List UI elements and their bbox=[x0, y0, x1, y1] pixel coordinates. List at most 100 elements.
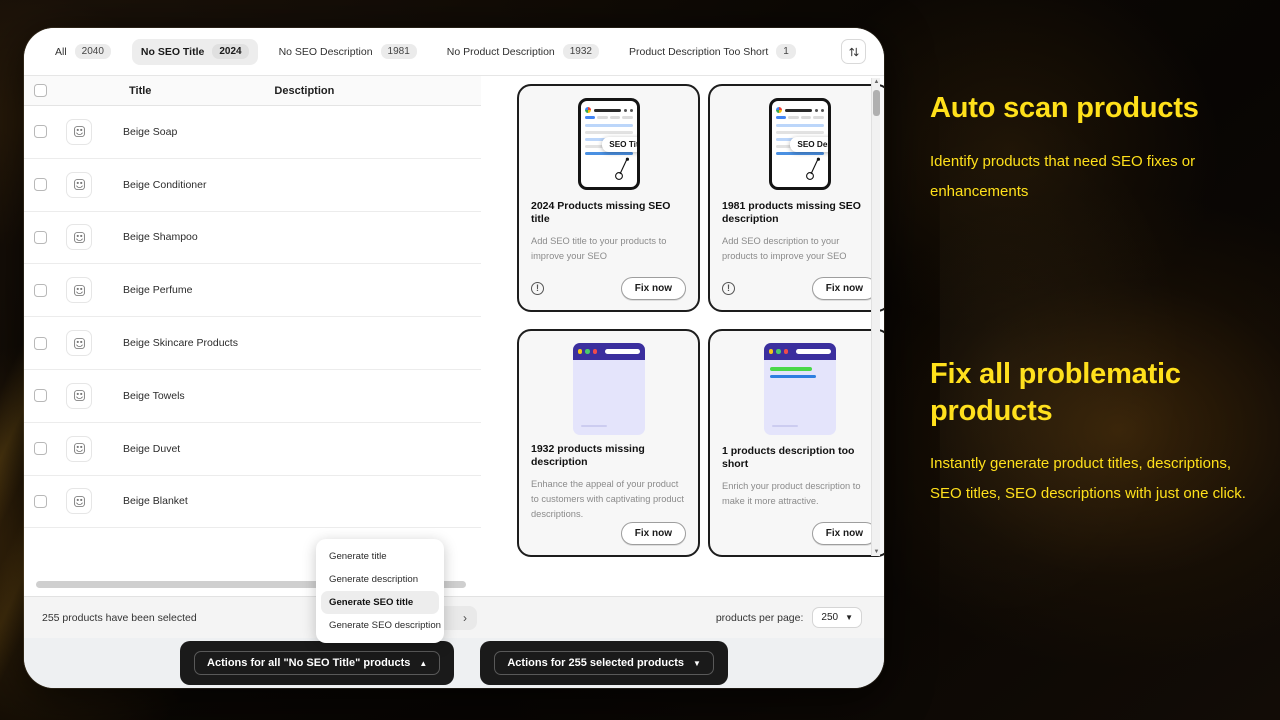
tab-all[interactable]: All 2040 bbox=[46, 39, 120, 65]
fix-now-button[interactable]: Fix now bbox=[620, 522, 686, 545]
menu-item-generate-seo-title[interactable]: Generate SEO title bbox=[321, 591, 439, 614]
product-title: Beige Perfume bbox=[123, 284, 193, 297]
product-title: Beige Soap bbox=[123, 125, 178, 138]
tab-label: Product Description Too Short bbox=[629, 45, 769, 58]
promo-body: Identify products that need SEO fixes or… bbox=[930, 152, 1196, 200]
card-heading: 1932 products missing description bbox=[531, 442, 645, 468]
chevron-down-icon: ▼ bbox=[845, 613, 853, 622]
seo-title-badge: SEO Title bbox=[602, 137, 637, 152]
product-title: Beige Blanket bbox=[123, 495, 188, 508]
promo-heading: Fix all problematic products bbox=[930, 358, 1181, 427]
google-logo-icon bbox=[584, 107, 591, 113]
google-logo-icon bbox=[775, 107, 782, 113]
bulk-action-bar: Actions for all "No SEO Title" products … bbox=[24, 638, 884, 688]
fix-now-button[interactable]: Fix now bbox=[811, 277, 877, 300]
row-checkbox[interactable] bbox=[34, 230, 47, 244]
row-checkbox[interactable] bbox=[34, 283, 47, 297]
browser-plain-illustration bbox=[531, 343, 686, 439]
card-body: Enrich your product description to make … bbox=[722, 481, 861, 507]
product-table: Title Desctiption Beige Soap Beige Condi… bbox=[24, 76, 481, 596]
product-title: Beige Shampoo bbox=[123, 231, 198, 244]
per-page-select[interactable]: 250 ▼ bbox=[812, 607, 862, 628]
tab-product-description-too-short[interactable]: Product Description Too Short 1 bbox=[620, 39, 805, 65]
tab-no-seo-title[interactable]: No SEO Title 2024 bbox=[131, 38, 258, 65]
issue-card-seo-title: SEO Title 2024 Products missing SEO titl… bbox=[517, 84, 700, 312]
table-row[interactable]: Beige Skincare Products bbox=[24, 317, 481, 370]
column-header-title: Title bbox=[129, 84, 152, 97]
tab-label: No Product Description bbox=[446, 45, 555, 58]
product-image-placeholder-icon bbox=[66, 277, 92, 304]
info-icon[interactable]: ! bbox=[722, 282, 735, 295]
row-checkbox[interactable] bbox=[34, 494, 47, 508]
scrollbar-thumb[interactable] bbox=[873, 90, 880, 116]
promo-body: Instantly generate product titles, descr… bbox=[930, 455, 1246, 503]
tab-label: No SEO Description bbox=[278, 45, 373, 58]
actions-for-all-button[interactable]: Actions for all "No SEO Title" products … bbox=[180, 641, 455, 685]
phone-seo-title-illustration: SEO Title bbox=[531, 98, 686, 196]
phone-seo-desc-illustration: SEO Desc bbox=[722, 98, 877, 196]
table-row[interactable]: Beige Shampoo bbox=[24, 212, 481, 265]
sort-arrows-icon[interactable] bbox=[841, 39, 866, 64]
tab-no-product-description[interactable]: No Product Description 1932 bbox=[438, 39, 608, 65]
scroll-up-arrow-icon[interactable]: ▲ bbox=[874, 79, 880, 85]
chevron-down-icon: ▼ bbox=[693, 658, 701, 668]
issue-card-description-too-short: 1 products description too short Enrich … bbox=[708, 329, 884, 557]
selection-status: 255 products have been selected bbox=[42, 611, 197, 624]
per-page-value: 250 bbox=[821, 612, 839, 623]
product-image-placeholder-icon bbox=[66, 382, 92, 409]
tab-count: 2040 bbox=[74, 44, 111, 59]
content-area: Title Desctiption Beige Soap Beige Condi… bbox=[24, 76, 884, 596]
row-checkbox[interactable] bbox=[34, 442, 47, 456]
issue-cards-panel: SEO Title 2024 Products missing SEO titl… bbox=[481, 76, 884, 596]
tab-label: No SEO Title bbox=[140, 45, 205, 58]
select-all-checkbox[interactable] bbox=[34, 84, 47, 97]
scroll-down-arrow-icon[interactable]: ▼ bbox=[874, 549, 880, 555]
table-row[interactable]: Beige Soap bbox=[24, 106, 481, 159]
product-image-placeholder-icon bbox=[66, 224, 92, 251]
actions-for-selected-button[interactable]: Actions for 255 selected products ▼ bbox=[480, 641, 728, 685]
menu-item-generate-description[interactable]: Generate description bbox=[321, 568, 439, 591]
tab-count: 2024 bbox=[212, 44, 249, 59]
product-title: Beige Towels bbox=[123, 389, 185, 402]
table-footer: 255 products have been selected ‹ › prod… bbox=[24, 596, 884, 638]
issue-card-seo-description: SEO Desc 1981 products missing SEO descr… bbox=[708, 84, 884, 312]
tab-count: 1 bbox=[776, 44, 796, 59]
row-checkbox[interactable] bbox=[34, 178, 47, 192]
product-image-placeholder-icon bbox=[66, 330, 92, 357]
table-row[interactable]: Beige Conditioner bbox=[24, 159, 481, 212]
table-row[interactable]: Beige Towels bbox=[24, 370, 481, 423]
table-row[interactable]: Beige Perfume bbox=[24, 264, 481, 318]
row-checkbox[interactable] bbox=[34, 389, 47, 403]
card-heading: 1981 products missing SEO description bbox=[722, 200, 861, 226]
menu-item-generate-seo-description[interactable]: Generate SEO description bbox=[321, 614, 441, 637]
row-checkbox[interactable] bbox=[34, 125, 47, 139]
column-header-description: Desctiption bbox=[274, 84, 335, 97]
fix-now-button[interactable]: Fix now bbox=[620, 277, 686, 300]
card-body: Enhance the appeal of your product to cu… bbox=[531, 478, 684, 519]
tab-no-seo-description[interactable]: No SEO Description 1981 bbox=[270, 39, 426, 65]
card-body: Add SEO title to your products to improv… bbox=[531, 236, 667, 262]
product-image-placeholder-icon bbox=[66, 118, 92, 145]
menu-item-generate-title[interactable]: Generate title bbox=[321, 545, 439, 568]
table-row[interactable]: Beige Blanket bbox=[24, 476, 481, 529]
next-page-button[interactable]: › bbox=[453, 606, 477, 630]
product-title: Beige Conditioner bbox=[123, 178, 207, 191]
generate-actions-menu: Generate title Generate description Gene… bbox=[316, 539, 444, 643]
actions-for-all-label: Actions for all "No SEO Title" products bbox=[207, 657, 411, 669]
row-checkbox[interactable] bbox=[34, 336, 47, 350]
cards-vertical-scrollbar[interactable]: ▲ ▼ bbox=[871, 78, 880, 556]
actions-for-selected-label: Actions for 255 selected products bbox=[507, 657, 685, 669]
fix-now-button[interactable]: Fix now bbox=[811, 522, 877, 545]
info-icon[interactable]: ! bbox=[531, 282, 544, 295]
table-row[interactable]: Beige Duvet bbox=[24, 423, 481, 476]
tab-label: All bbox=[55, 45, 67, 58]
pointer-icon bbox=[805, 157, 820, 180]
card-body: Add SEO description to your products to … bbox=[722, 236, 847, 262]
issue-card-missing-description: 1932 products missing description Enhanc… bbox=[517, 329, 700, 557]
promo-heading: Auto scan products bbox=[930, 92, 1199, 124]
product-title: Beige Duvet bbox=[123, 442, 181, 455]
product-image-placeholder-icon bbox=[66, 171, 92, 198]
product-image-placeholder-icon bbox=[66, 435, 92, 462]
chevron-up-icon: ▲ bbox=[419, 658, 428, 668]
app-window: All 2040 No SEO Title 2024 No SEO Descri… bbox=[24, 28, 884, 688]
